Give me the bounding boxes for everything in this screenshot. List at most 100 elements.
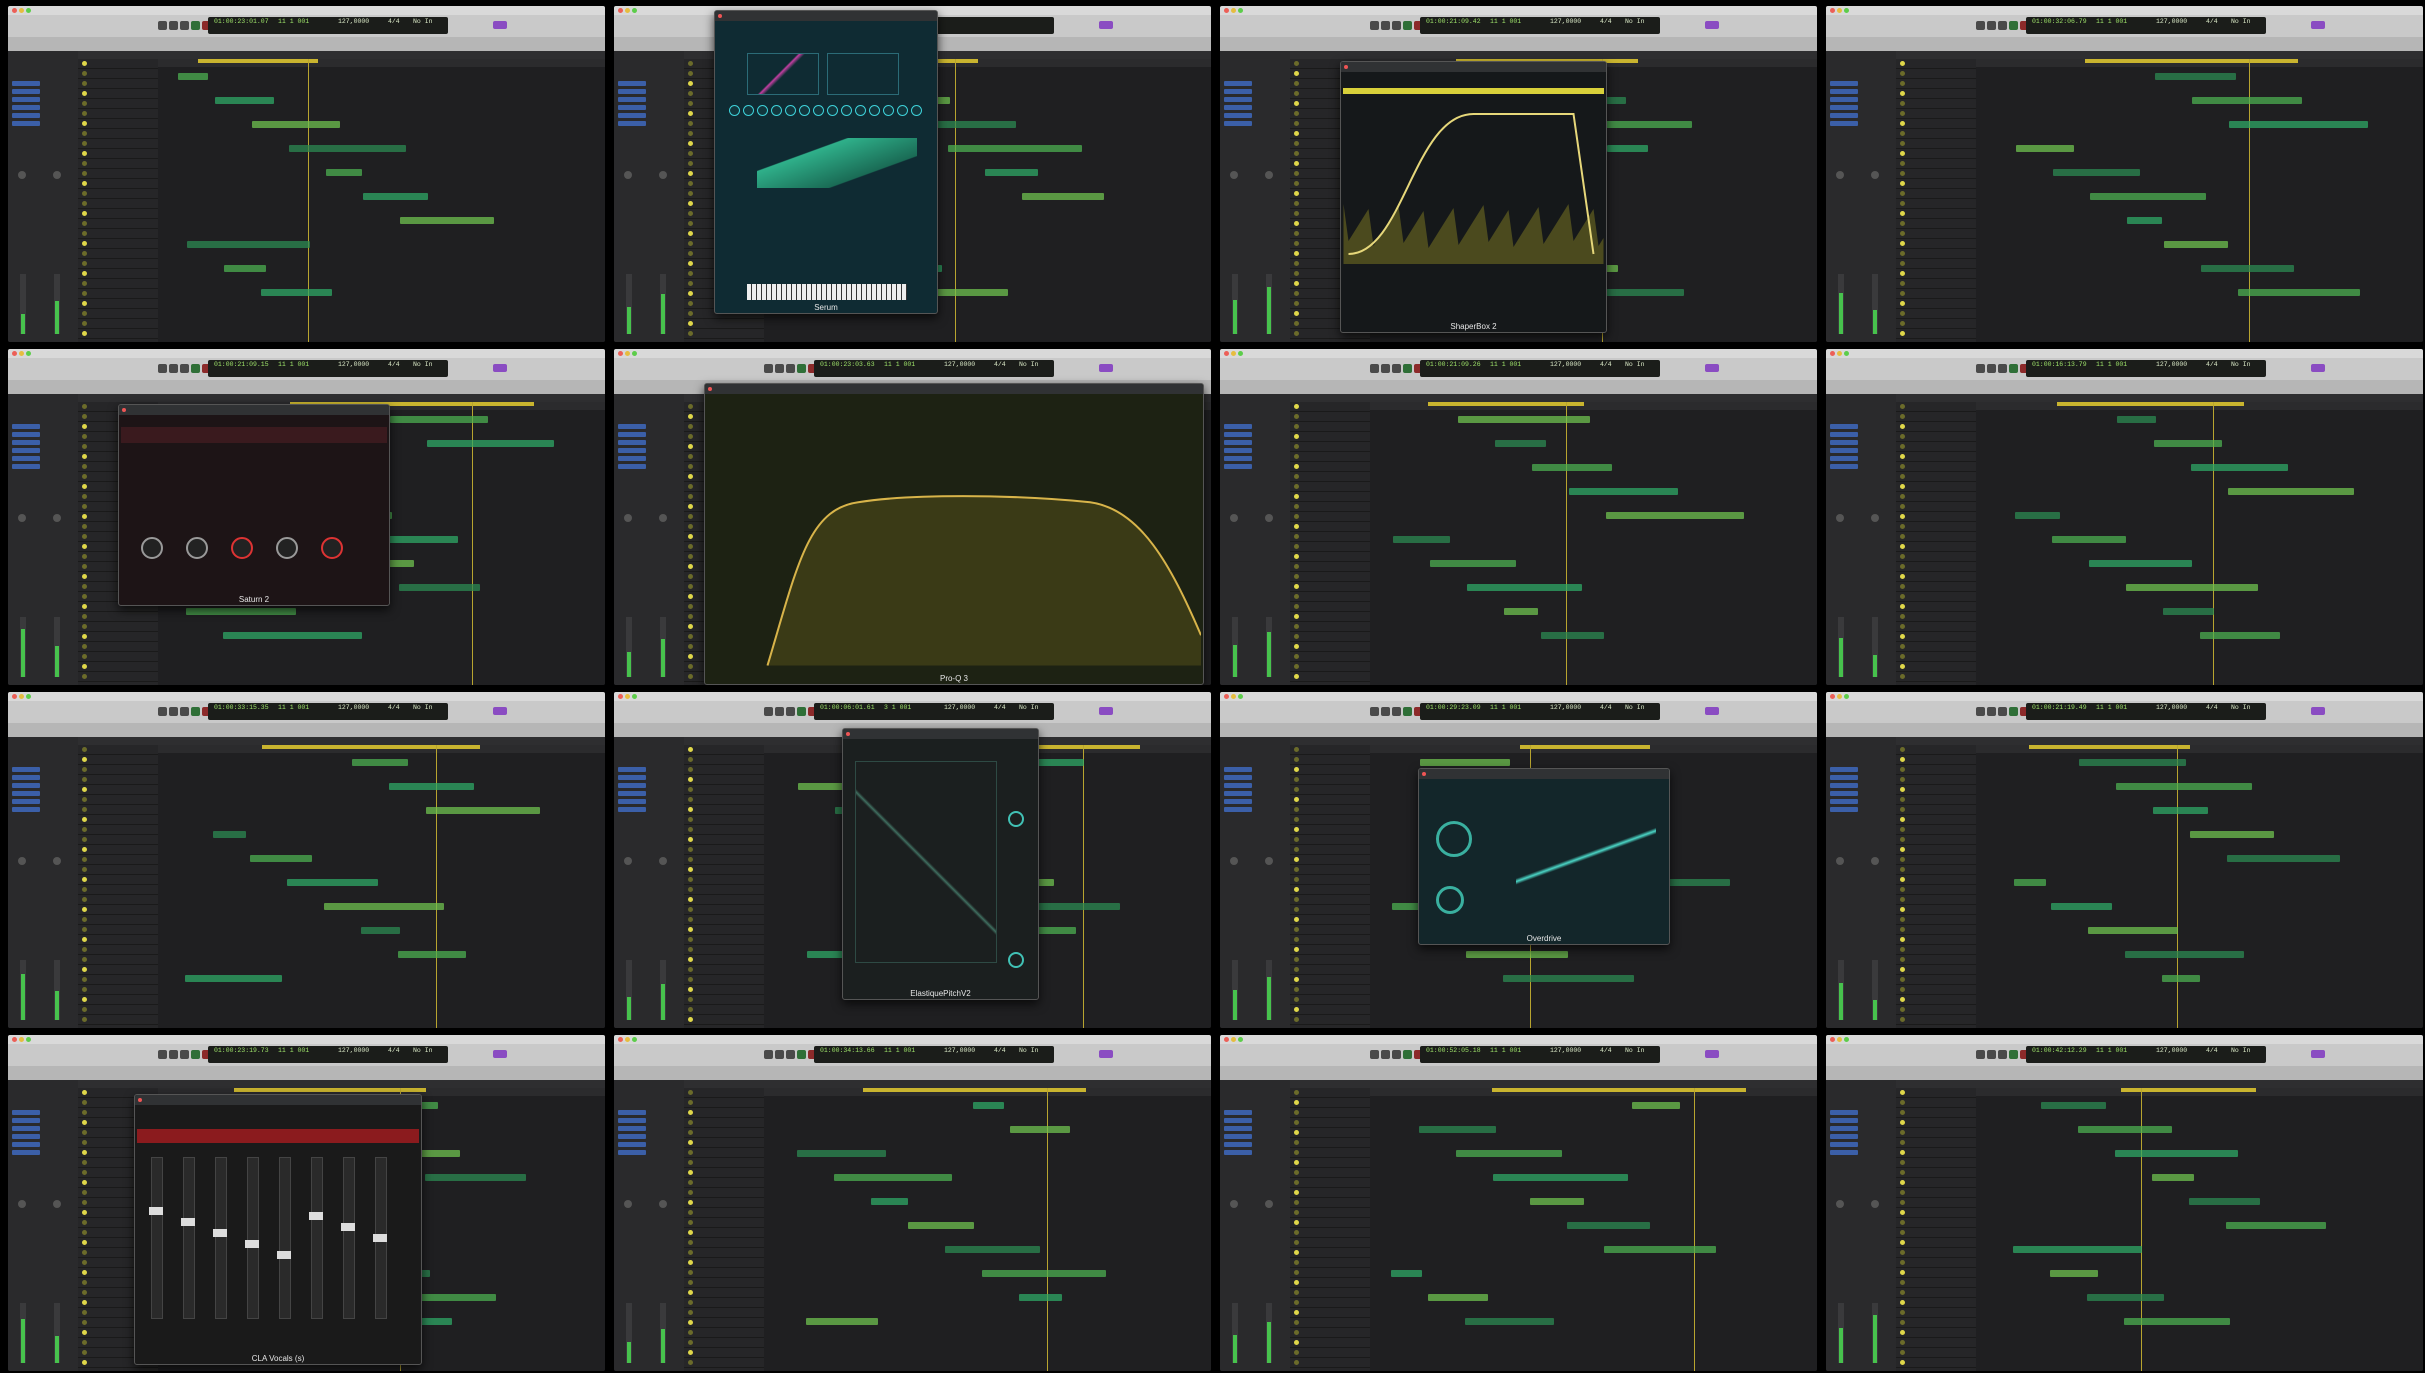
plugin-slot[interactable] xyxy=(1224,432,1252,437)
mute-solo-indicator[interactable] xyxy=(1294,1240,1299,1245)
pan-knob[interactable] xyxy=(1265,1200,1273,1208)
mute-solo-indicator[interactable] xyxy=(1294,1280,1299,1285)
track-header[interactable] xyxy=(684,795,764,805)
mute-solo-indicator[interactable] xyxy=(1900,281,1905,286)
track-header[interactable] xyxy=(1290,522,1370,532)
forward-icon[interactable] xyxy=(1987,1050,1996,1059)
mute-solo-indicator[interactable] xyxy=(688,1220,693,1225)
mute-solo-indicator[interactable] xyxy=(82,1170,87,1175)
mute-solo-indicator[interactable] xyxy=(1294,644,1299,649)
zoom-icon[interactable] xyxy=(26,1037,31,1042)
mute-solo-indicator[interactable] xyxy=(1900,674,1905,679)
mute-solo-indicator[interactable] xyxy=(1294,1140,1299,1145)
volume-fader[interactable] xyxy=(626,960,632,1020)
track-header[interactable] xyxy=(1290,472,1370,482)
mute-solo-indicator[interactable] xyxy=(1294,947,1299,952)
mute-solo-indicator[interactable] xyxy=(1294,424,1299,429)
stop-icon[interactable] xyxy=(1392,1050,1401,1059)
synth-knob[interactable] xyxy=(827,105,838,116)
mute-solo-indicator[interactable] xyxy=(1900,231,1905,236)
region-block[interactable] xyxy=(1567,1222,1650,1229)
mute-solo-indicator[interactable] xyxy=(1900,101,1905,106)
track-header[interactable] xyxy=(684,1098,764,1108)
mute-solo-indicator[interactable] xyxy=(82,414,87,419)
track-header[interactable] xyxy=(1896,139,1976,149)
mute-solo-indicator[interactable] xyxy=(1900,564,1905,569)
plugin-slot[interactable] xyxy=(1224,89,1252,94)
mute-solo-indicator[interactable] xyxy=(82,554,87,559)
cla-fader-cap[interactable] xyxy=(277,1251,291,1259)
volume-fader[interactable] xyxy=(1232,617,1238,677)
tone-knob[interactable] xyxy=(1436,886,1464,914)
mute-solo-indicator[interactable] xyxy=(1294,1090,1299,1095)
region-block[interactable] xyxy=(2124,1318,2230,1325)
track-header[interactable] xyxy=(1290,965,1370,975)
pan-knob[interactable] xyxy=(1265,514,1273,522)
plugin-slot[interactable] xyxy=(12,1150,40,1155)
stop-icon[interactable] xyxy=(180,707,189,716)
track-header[interactable] xyxy=(78,955,158,965)
minimize-icon[interactable] xyxy=(625,351,630,356)
plugin-editor[interactable] xyxy=(717,33,935,302)
mute-solo-indicator[interactable] xyxy=(82,101,87,106)
track-header[interactable] xyxy=(684,1128,764,1138)
play-icon[interactable] xyxy=(2009,707,2018,716)
mute-solo-indicator[interactable] xyxy=(1900,997,1905,1002)
track-header[interactable] xyxy=(684,1218,764,1228)
track-header[interactable] xyxy=(78,815,158,825)
track-header[interactable] xyxy=(1896,1168,1976,1178)
track-header[interactable] xyxy=(1290,755,1370,765)
mute-solo-indicator[interactable] xyxy=(688,867,693,872)
plugin-slot[interactable] xyxy=(12,791,40,796)
close-icon[interactable] xyxy=(12,351,17,356)
close-icon[interactable] xyxy=(1830,1037,1835,1042)
plugin-slot[interactable] xyxy=(618,1150,646,1155)
plugin-slot[interactable] xyxy=(1224,807,1252,812)
plugin-slot[interactable] xyxy=(1830,89,1858,94)
mute-solo-indicator[interactable] xyxy=(688,797,693,802)
track-header[interactable] xyxy=(684,1258,764,1268)
mute-solo-indicator[interactable] xyxy=(82,584,87,589)
mute-solo-indicator[interactable] xyxy=(688,1200,693,1205)
track-header[interactable] xyxy=(684,1298,764,1308)
mute-solo-indicator[interactable] xyxy=(1900,1360,1905,1365)
mute-solo-indicator[interactable] xyxy=(688,1310,693,1315)
zoom-icon[interactable] xyxy=(26,8,31,13)
cpu-meter[interactable] xyxy=(2311,1050,2325,1058)
formant-knob[interactable] xyxy=(1008,952,1024,968)
region-block[interactable] xyxy=(2201,265,2294,272)
synth-knob[interactable] xyxy=(911,105,922,116)
region-block[interactable] xyxy=(250,855,312,862)
mute-solo-indicator[interactable] xyxy=(82,594,87,599)
play-icon[interactable] xyxy=(191,707,200,716)
mute-solo-indicator[interactable] xyxy=(688,1007,693,1012)
cpu-meter[interactable] xyxy=(1705,21,1719,29)
track-header[interactable] xyxy=(1896,462,1976,472)
plugin-slot[interactable] xyxy=(12,1142,40,1147)
mute-solo-indicator[interactable] xyxy=(688,211,693,216)
mute-solo-indicator[interactable] xyxy=(82,111,87,116)
track-header[interactable] xyxy=(78,795,158,805)
cla-fader[interactable] xyxy=(247,1157,259,1319)
mute-solo-indicator[interactable] xyxy=(1900,937,1905,942)
track-header[interactable] xyxy=(1290,482,1370,492)
mute-solo-indicator[interactable] xyxy=(1294,917,1299,922)
plugin-slot[interactable] xyxy=(1830,1110,1858,1115)
plugin-slot[interactable] xyxy=(1830,432,1858,437)
mute-solo-indicator[interactable] xyxy=(1900,434,1905,439)
cla-fader[interactable] xyxy=(151,1157,163,1319)
mute-solo-indicator[interactable] xyxy=(82,664,87,669)
mute-solo-indicator[interactable] xyxy=(1294,1360,1299,1365)
play-icon[interactable] xyxy=(2009,21,2018,30)
mute-solo-indicator[interactable] xyxy=(82,917,87,922)
plugin-slot[interactable] xyxy=(12,81,40,86)
pan-knob[interactable] xyxy=(659,1200,667,1208)
band-knob[interactable] xyxy=(141,537,163,559)
playhead[interactable] xyxy=(1694,1088,1695,1371)
close-icon[interactable] xyxy=(1344,65,1348,69)
mute-solo-indicator[interactable] xyxy=(688,947,693,952)
plugin-slot[interactable] xyxy=(1830,1126,1858,1131)
mute-solo-indicator[interactable] xyxy=(1900,251,1905,256)
mute-solo-indicator[interactable] xyxy=(1900,444,1905,449)
plugin-window[interactable]: ShaperBox 2 xyxy=(1340,61,1607,333)
